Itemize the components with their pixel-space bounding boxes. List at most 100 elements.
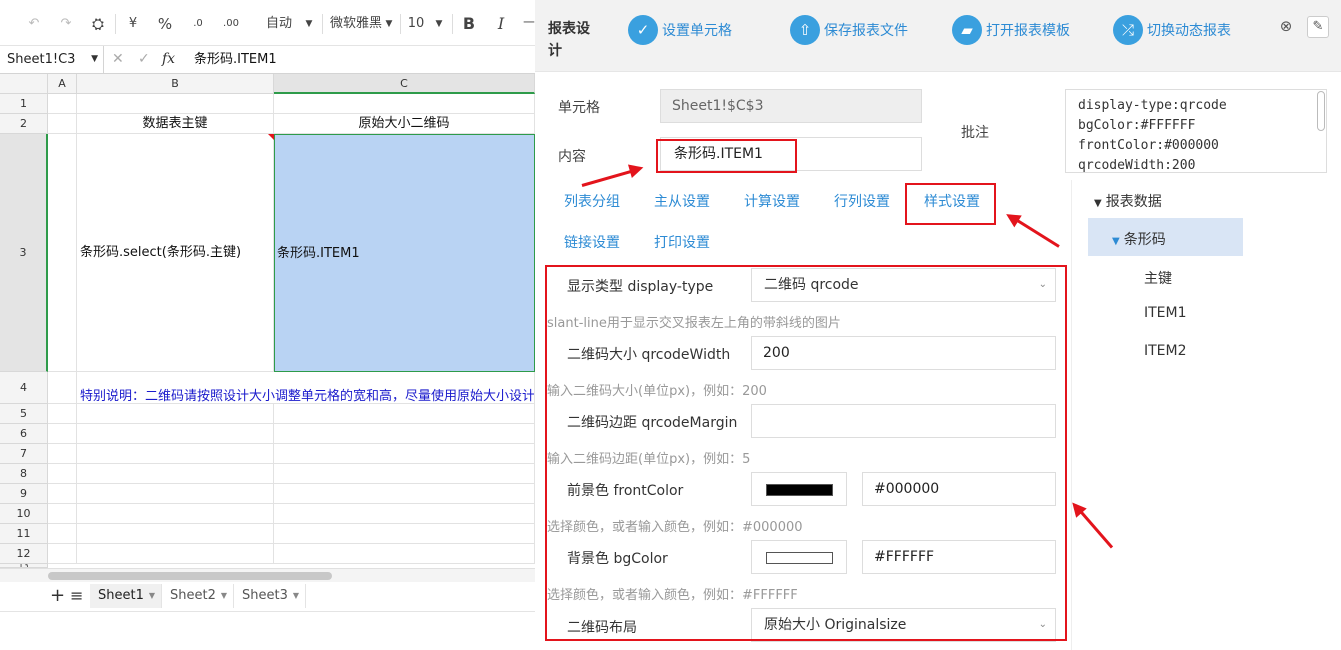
row-header[interactable]: 5 <box>0 404 48 424</box>
cell[interactable] <box>77 524 274 544</box>
save-report-button[interactable]: ⇧ 保存报表文件 <box>790 14 908 46</box>
more-button[interactable]: ㅡ <box>522 13 535 35</box>
tab-row-column[interactable]: 行列设置 <box>834 191 890 211</box>
cell[interactable] <box>48 404 77 424</box>
row-header[interactable]: 7 <box>0 444 48 464</box>
tab-print[interactable]: 打印设置 <box>654 232 710 252</box>
cell[interactable] <box>77 544 274 564</box>
increase-decimal-button[interactable]: .00 <box>218 13 244 35</box>
cell-a4[interactable] <box>48 372 77 404</box>
redo-icon[interactable]: ↷ <box>56 13 76 35</box>
cell[interactable] <box>77 444 274 464</box>
chevron-down-icon[interactable]: ▼ <box>149 584 155 608</box>
column-header-a[interactable]: A <box>48 74 77 94</box>
cell[interactable] <box>77 464 274 484</box>
tab-calculation[interactable]: 计算设置 <box>744 191 800 211</box>
italic-button[interactable]: I <box>492 13 510 35</box>
cell-b1[interactable] <box>77 94 274 114</box>
undo-icon[interactable]: ↶ <box>24 13 44 35</box>
pin-icon[interactable]: ✎ <box>1307 16 1329 38</box>
sheet-tab-sheet3[interactable]: Sheet3 ▼ <box>234 584 306 608</box>
cell[interactable] <box>48 444 77 464</box>
tree-node-field[interactable]: ITEM2 <box>1144 343 1187 359</box>
cell[interactable] <box>274 444 535 464</box>
sheet-list-button[interactable]: ≡ <box>70 584 83 608</box>
chevron-down-icon[interactable]: ▼ <box>293 584 299 608</box>
chevron-down-icon[interactable]: ▼ <box>434 13 444 35</box>
format-painter-icon[interactable]: ⛭ <box>88 13 108 35</box>
cell-a3[interactable] <box>48 134 77 372</box>
cell[interactable] <box>48 484 77 504</box>
comment-scrollbar[interactable] <box>1317 91 1325 131</box>
cell[interactable] <box>274 404 535 424</box>
cell[interactable] <box>48 424 77 444</box>
cell-b3[interactable]: 条形码.select(条形码.主键) <box>77 134 274 372</box>
chevron-down-icon[interactable]: ▼ <box>221 584 227 608</box>
tree-node-field[interactable]: ITEM1 <box>1144 305 1187 321</box>
cell-c2[interactable]: 原始大小二维码 <box>274 114 535 134</box>
cell-c3-selected[interactable]: 条形码.ITEM1 <box>274 134 535 372</box>
row-header[interactable]: 2 <box>0 114 48 134</box>
cell[interactable] <box>77 404 274 424</box>
set-cell-button[interactable]: ✓ 设置单元格 <box>628 14 732 46</box>
cell[interactable] <box>274 524 535 544</box>
bold-button[interactable]: B <box>460 13 478 35</box>
cell[interactable] <box>48 524 77 544</box>
formula-input[interactable]: 条形码.ITEM1 <box>194 46 277 73</box>
row-header[interactable]: 6 <box>0 424 48 444</box>
row-header[interactable]: 11 <box>0 524 48 544</box>
chevron-down-icon[interactable]: ▼ <box>384 13 394 35</box>
tab-master-detail[interactable]: 主从设置 <box>654 191 710 211</box>
column-header-c[interactable]: C <box>274 74 535 94</box>
cell[interactable] <box>274 464 535 484</box>
add-sheet-button[interactable]: + <box>50 584 65 608</box>
fx-icon[interactable]: fx <box>162 46 175 73</box>
tree-node-field[interactable]: 主键 <box>1144 268 1172 288</box>
row-header[interactable]: 10 <box>0 504 48 524</box>
cell-b4-note[interactable]: 特别说明：二维码请按照设计大小调整单元格的宽和高，尽量使用原始大小设计 <box>77 372 535 404</box>
row-header[interactable]: 9 <box>0 484 48 504</box>
row-header[interactable]: 3 <box>0 134 48 372</box>
sheet-tab-sheet1[interactable]: Sheet1 ▼ <box>90 584 162 608</box>
chevron-down-icon[interactable]: ▼ <box>304 13 314 35</box>
cell-b2[interactable]: 数据表主键 <box>77 114 274 134</box>
row-header[interactable]: 8 <box>0 464 48 484</box>
cell[interactable] <box>274 484 535 504</box>
font-size-select[interactable]: 10 <box>404 13 428 35</box>
cell[interactable] <box>48 544 77 564</box>
cell[interactable] <box>48 504 77 524</box>
confirm-icon[interactable]: ✓ <box>138 46 150 73</box>
autofit-select[interactable]: 自动 <box>264 13 294 35</box>
cell[interactable] <box>48 464 77 484</box>
cell-a1[interactable] <box>48 94 77 114</box>
scrollbar-thumb[interactable] <box>48 572 332 580</box>
tree-node-barcode[interactable]: ▼ 条形码 <box>1112 229 1166 249</box>
cancel-icon[interactable]: ✕ <box>112 46 124 73</box>
open-template-button[interactable]: ▰ 打开报表模板 <box>952 14 1070 46</box>
close-icon[interactable]: ⊗ <box>1275 16 1297 38</box>
decrease-decimal-button[interactable]: .0 <box>186 13 210 35</box>
column-header-b[interactable]: B <box>77 74 274 94</box>
tab-list-group[interactable]: 列表分组 <box>564 191 620 211</box>
cell[interactable] <box>274 504 535 524</box>
row-header[interactable]: 4 <box>0 372 48 404</box>
tree-node-report-data[interactable]: ▼ 报表数据 <box>1094 191 1162 211</box>
cell-c1[interactable] <box>274 94 535 114</box>
cell[interactable] <box>274 544 535 564</box>
cell[interactable] <box>77 424 274 444</box>
select-all-corner[interactable] <box>0 74 48 94</box>
font-family-select[interactable]: 微软雅黑 <box>330 13 382 35</box>
toggle-dynamic-report-button[interactable]: ⤮ 切换动态报表 <box>1113 14 1231 46</box>
tab-link[interactable]: 链接设置 <box>564 232 620 252</box>
row-header[interactable]: 1 <box>0 94 48 114</box>
row-header[interactable]: 12 <box>0 544 48 564</box>
cell[interactable] <box>274 424 535 444</box>
comment-textarea[interactable]: display-type:qrcode bgColor:#FFFFFF fron… <box>1065 89 1327 173</box>
cell[interactable] <box>77 484 274 504</box>
currency-button[interactable]: ¥ <box>124 13 142 35</box>
percent-button[interactable]: % <box>156 13 174 35</box>
cell-address-field[interactable]: Sheet1!$C$3 <box>660 89 922 123</box>
cell[interactable] <box>77 504 274 524</box>
chevron-down-icon[interactable]: ▼ <box>91 46 98 73</box>
horizontal-scrollbar[interactable] <box>0 568 535 582</box>
